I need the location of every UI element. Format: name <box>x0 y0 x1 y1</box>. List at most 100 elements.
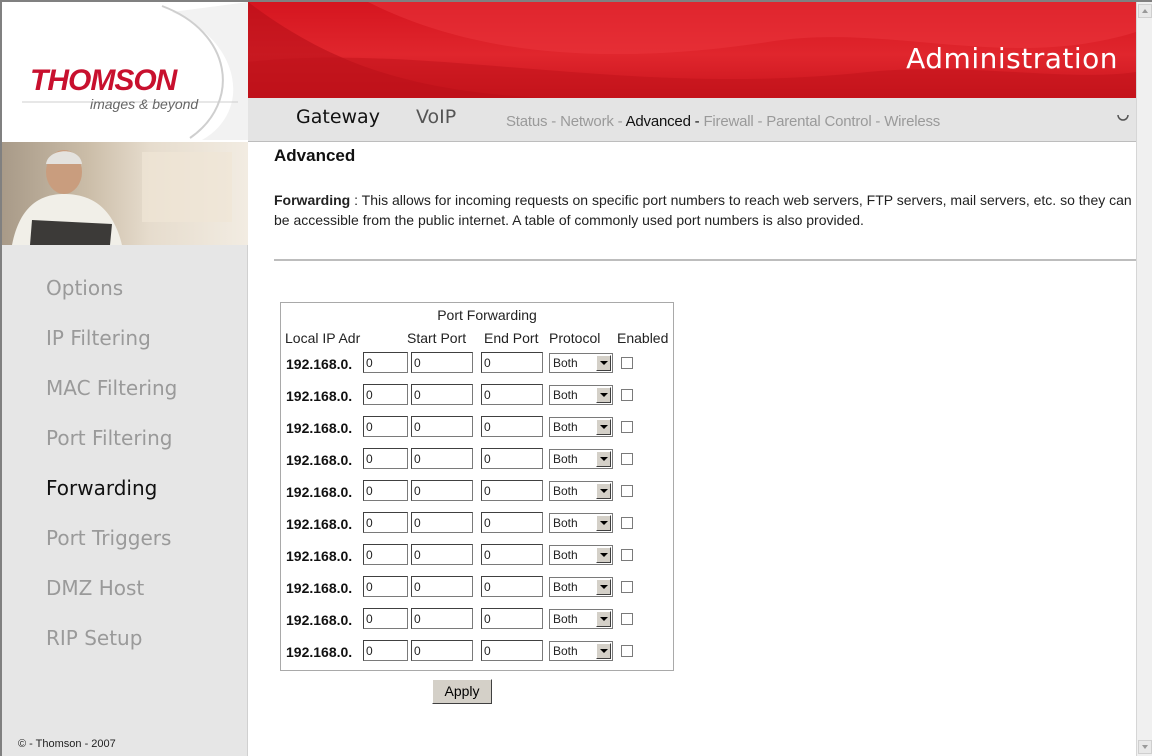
dropdown-arrow-icon[interactable] <box>596 643 611 659</box>
protocol-select[interactable]: Both <box>549 481 613 501</box>
sidebar-item-dmz-host[interactable]: DMZ Host <box>2 566 248 616</box>
dropdown-arrow-icon[interactable] <box>596 611 611 627</box>
end-port-input[interactable] <box>481 352 543 373</box>
local-ip-input[interactable] <box>363 544 408 565</box>
scrollbar[interactable] <box>1136 2 1152 756</box>
enabled-checkbox[interactable] <box>621 453 633 465</box>
enabled-checkbox[interactable] <box>621 421 633 433</box>
end-port-input[interactable] <box>481 576 543 597</box>
protocol-select[interactable]: Both <box>549 641 613 661</box>
subnav-sep: - <box>613 113 626 130</box>
protocol-value: Both <box>553 516 578 530</box>
scroll-down-arrow-icon[interactable] <box>1138 740 1152 754</box>
protocol-select[interactable]: Both <box>549 353 613 373</box>
protocol-value: Both <box>553 484 578 498</box>
thomson-logo[interactable]: THOMSON <box>30 64 177 98</box>
tab-gateway[interactable]: Gateway <box>296 106 380 128</box>
tab-voip[interactable]: VoIP <box>416 106 456 128</box>
enabled-checkbox[interactable] <box>621 549 633 561</box>
dropdown-arrow-icon[interactable] <box>596 451 611 467</box>
main-content: Advanced Forwarding : This allows for in… <box>258 142 1136 756</box>
start-port-input[interactable] <box>411 608 473 629</box>
protocol-value: Both <box>553 644 578 658</box>
end-port-input[interactable] <box>481 448 543 469</box>
local-ip-input[interactable] <box>363 448 408 469</box>
sidebar-item-options[interactable]: Options <box>2 266 248 316</box>
local-ip-input[interactable] <box>363 384 408 405</box>
header-banner: Administration <box>248 2 1136 98</box>
sidebar-item-ip-filtering[interactable]: IP Filtering <box>2 316 248 366</box>
enabled-checkbox[interactable] <box>621 389 633 401</box>
sidebar-item-mac-filtering[interactable]: MAC Filtering <box>2 366 248 416</box>
description-term: Forwarding <box>274 192 351 208</box>
protocol-value: Both <box>553 420 578 434</box>
dropdown-arrow-icon[interactable] <box>596 547 611 563</box>
refresh-icon[interactable] <box>1116 108 1130 127</box>
end-port-input[interactable] <box>481 512 543 533</box>
enabled-checkbox[interactable] <box>621 485 633 497</box>
protocol-select[interactable]: Both <box>549 385 613 405</box>
subnav-parental-control[interactable]: Parental Control <box>766 113 871 130</box>
scroll-up-arrow-icon[interactable] <box>1138 4 1152 18</box>
protocol-select[interactable]: Both <box>549 417 613 437</box>
local-ip-input[interactable] <box>363 576 408 597</box>
end-port-input[interactable] <box>481 544 543 565</box>
table-row: 192.168.0. Both <box>281 448 675 472</box>
protocol-select[interactable]: Both <box>549 449 613 469</box>
local-ip-input[interactable] <box>363 416 408 437</box>
subnav-advanced[interactable]: Advanced <box>626 113 691 130</box>
dropdown-arrow-icon[interactable] <box>596 515 611 531</box>
start-port-input[interactable] <box>411 352 473 373</box>
protocol-select[interactable]: Both <box>549 577 613 597</box>
protocol-select[interactable]: Both <box>549 513 613 533</box>
local-ip-input[interactable] <box>363 480 408 501</box>
start-port-input[interactable] <box>411 416 473 437</box>
apply-button[interactable]: Apply <box>432 679 492 704</box>
start-port-input[interactable] <box>411 384 473 405</box>
page-title: Administration <box>906 42 1118 75</box>
enabled-checkbox[interactable] <box>621 357 633 369</box>
subnav-status[interactable]: Status <box>506 113 548 130</box>
local-ip-input[interactable] <box>363 352 408 373</box>
start-port-input[interactable] <box>411 512 473 533</box>
local-ip-input[interactable] <box>363 640 408 661</box>
end-port-input[interactable] <box>481 384 543 405</box>
sidebar-item-rip-setup[interactable]: RIP Setup <box>2 616 248 666</box>
dropdown-arrow-icon[interactable] <box>596 387 611 403</box>
protocol-value: Both <box>553 388 578 402</box>
subnav-wireless[interactable]: Wireless <box>884 113 940 130</box>
dropdown-arrow-icon[interactable] <box>596 579 611 595</box>
end-port-input[interactable] <box>481 416 543 437</box>
start-port-input[interactable] <box>411 576 473 597</box>
protocol-select[interactable]: Both <box>549 545 613 565</box>
start-port-input[interactable] <box>411 448 473 469</box>
section-description: Forwarding : This allows for incoming re… <box>274 190 1134 230</box>
end-port-input[interactable] <box>481 480 543 501</box>
enabled-checkbox[interactable] <box>621 581 633 593</box>
end-port-input[interactable] <box>481 640 543 661</box>
logo-area: THOMSON images & beyond <box>2 2 248 142</box>
sidebar-item-port-filtering[interactable]: Port Filtering <box>2 416 248 466</box>
table-row: 192.168.0. Both <box>281 576 675 600</box>
dropdown-arrow-icon[interactable] <box>596 355 611 371</box>
local-ip-input[interactable] <box>363 512 408 533</box>
end-port-input[interactable] <box>481 608 543 629</box>
enabled-checkbox[interactable] <box>621 517 633 529</box>
subnav-firewall[interactable]: Firewall <box>703 113 753 130</box>
sidebar-item-forwarding[interactable]: Forwarding <box>2 466 248 516</box>
local-ip-input[interactable] <box>363 608 408 629</box>
table-title: Port Forwarding <box>437 307 537 323</box>
column-header-end-port: End Port <box>484 330 539 346</box>
protocol-select[interactable]: Both <box>549 609 613 629</box>
start-port-input[interactable] <box>411 544 473 565</box>
dropdown-arrow-icon[interactable] <box>596 419 611 435</box>
start-port-input[interactable] <box>411 640 473 661</box>
enabled-checkbox[interactable] <box>621 645 633 657</box>
subnav-network[interactable]: Network <box>560 113 614 130</box>
sidebar: Options IP Filtering MAC Filtering Port … <box>2 142 248 756</box>
start-port-input[interactable] <box>411 480 473 501</box>
subnav-sep: - <box>871 113 885 130</box>
sidebar-item-port-triggers[interactable]: Port Triggers <box>2 516 248 566</box>
dropdown-arrow-icon[interactable] <box>596 483 611 499</box>
enabled-checkbox[interactable] <box>621 613 633 625</box>
